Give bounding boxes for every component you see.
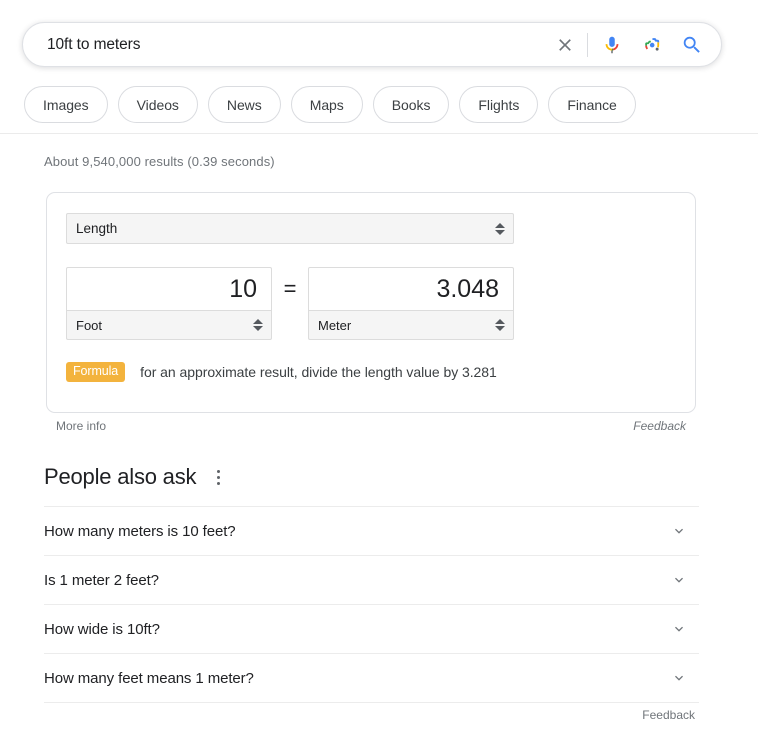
- google-lens-icon: [645, 37, 660, 51]
- search-submit-button[interactable]: [677, 30, 707, 60]
- people-also-ask-footer: Feedback: [44, 703, 699, 727]
- search-icon: [683, 36, 700, 53]
- formula-description: for an approximate result, divide the le…: [140, 363, 497, 380]
- header-divider: [0, 133, 758, 134]
- chevron-updown-icon: [494, 317, 505, 333]
- filter-tab-videos[interactable]: Videos: [117, 86, 198, 123]
- conversion-category-select[interactable]: Length: [66, 213, 514, 244]
- conversion-target-group: 3.048 Meter: [308, 267, 514, 340]
- converter-card-footer: More info Feedback: [56, 419, 686, 433]
- people-also-ask-item[interactable]: How many meters is 10 feet?: [44, 507, 699, 556]
- microphone-icon: [605, 36, 619, 53]
- search-input[interactable]: [47, 35, 550, 54]
- people-also-ask-item[interactable]: How wide is 10ft?: [44, 605, 699, 654]
- chevron-updown-icon: [494, 221, 505, 237]
- target-unit-value: Meter: [318, 317, 352, 333]
- filter-tab-images[interactable]: Images: [24, 86, 108, 123]
- people-also-ask-list: How many meters is 10 feet? Is 1 meter 2…: [44, 506, 699, 703]
- conversion-fields-row: 10 Foot = 3.048 Meter: [66, 267, 676, 340]
- clear-search-button[interactable]: [550, 30, 580, 60]
- voice-search-button[interactable]: [597, 30, 627, 60]
- people-also-ask-feedback-link[interactable]: Feedback: [642, 708, 695, 722]
- search-bar-divider: [587, 32, 588, 57]
- chevron-down-icon: [675, 577, 683, 583]
- people-also-ask-section: People also ask How many meters is 10 fe…: [44, 460, 699, 727]
- converter-feedback-link[interactable]: Feedback: [633, 419, 686, 433]
- filter-tab-news[interactable]: News: [207, 86, 281, 123]
- close-icon: [559, 38, 571, 51]
- people-also-ask-title: People also ask: [44, 464, 197, 489]
- target-unit-select[interactable]: Meter: [308, 310, 514, 340]
- search-bar[interactable]: [22, 22, 722, 67]
- question-text: How many meters is 10 feet?: [44, 522, 236, 540]
- filter-tab-flights[interactable]: Flights: [459, 86, 539, 123]
- source-value-input[interactable]: 10: [66, 267, 272, 310]
- equals-sign: =: [283, 276, 297, 301]
- question-text: Is 1 meter 2 feet?: [44, 571, 159, 589]
- question-text: How many feet means 1 meter?: [44, 669, 254, 687]
- search-filter-tabs: Images Videos News Maps Books Flights Fi…: [24, 86, 636, 123]
- filter-tab-books[interactable]: Books: [372, 86, 450, 123]
- people-also-ask-item[interactable]: How many feet means 1 meter?: [44, 654, 699, 703]
- google-lens-button[interactable]: [637, 30, 667, 60]
- source-unit-select[interactable]: Foot: [66, 310, 272, 340]
- chevron-down-icon: [675, 675, 683, 681]
- filter-tab-maps[interactable]: Maps: [290, 86, 363, 123]
- chevron-down-icon: [675, 528, 683, 534]
- people-also-ask-header: People also ask: [44, 460, 699, 494]
- people-also-ask-item[interactable]: Is 1 meter 2 feet?: [44, 556, 699, 605]
- formula-row: Formula for an approximate result, divid…: [66, 362, 676, 382]
- unit-converter-card: Length 10 Foot = 3.048 Meter Formula for…: [46, 192, 696, 413]
- more-options-icon[interactable]: [210, 467, 226, 487]
- conversion-source-group: 10 Foot: [66, 267, 272, 340]
- conversion-category-value: Length: [76, 221, 118, 236]
- formula-badge: Formula: [66, 362, 126, 382]
- more-info-link[interactable]: More info: [56, 419, 106, 433]
- search-bar-container: [22, 22, 722, 67]
- source-unit-value: Foot: [76, 317, 103, 333]
- result-stats: About 9,540,000 results (0.39 seconds): [44, 154, 275, 169]
- target-value-input[interactable]: 3.048: [308, 267, 514, 310]
- chevron-updown-icon: [252, 317, 263, 333]
- filter-tab-finance[interactable]: Finance: [548, 86, 636, 123]
- question-text: How wide is 10ft?: [44, 620, 160, 638]
- chevron-down-icon: [675, 626, 683, 632]
